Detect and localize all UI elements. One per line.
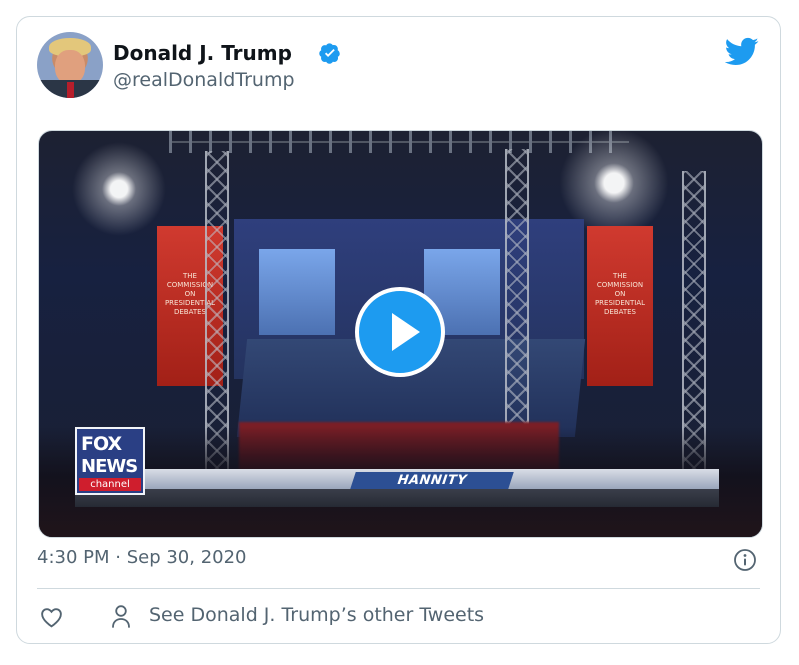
fox-logo-bottom: channel bbox=[79, 478, 141, 491]
info-icon[interactable] bbox=[733, 548, 757, 572]
tweet-timestamp[interactable]: 4:30 PM · Sep 30, 2020 bbox=[37, 547, 247, 568]
other-tweets-link[interactable]: See Donald J. Trump’s other Tweets bbox=[149, 604, 484, 626]
twitter-bird-icon[interactable] bbox=[725, 37, 759, 67]
stage-screen-left bbox=[259, 249, 335, 335]
divider bbox=[37, 588, 760, 589]
person-icon[interactable] bbox=[109, 603, 133, 631]
tweet-card: Donald J. Trump @realDonaldTrump THE COM… bbox=[16, 16, 781, 644]
verified-badge-icon bbox=[319, 43, 340, 64]
avatar-face bbox=[55, 50, 85, 84]
debate-banner-right: THE COMMISSION ON PRESIDENTIAL DEBATES bbox=[587, 226, 653, 386]
video-player[interactable]: THE COMMISSION ON PRESIDENTIAL DEBATES T… bbox=[38, 130, 763, 538]
author-handle[interactable]: @realDonaldTrump bbox=[113, 69, 295, 91]
avatar[interactable] bbox=[37, 32, 103, 98]
play-icon[interactable] bbox=[355, 287, 445, 377]
show-name: HANNITY bbox=[350, 472, 514, 489]
lower-third-band bbox=[75, 489, 719, 507]
avatar-tie bbox=[67, 82, 74, 98]
banner-right-text: THE COMMISSION ON PRESIDENTIAL DEBATES bbox=[594, 272, 646, 316]
heart-icon[interactable] bbox=[39, 605, 64, 630]
author-name[interactable]: Donald J. Trump bbox=[113, 41, 292, 65]
fox-logo-middle: NEWS bbox=[81, 456, 138, 477]
fox-logo-top: FOX bbox=[81, 433, 122, 455]
fox-news-logo: FOX NEWS channel bbox=[75, 427, 145, 495]
